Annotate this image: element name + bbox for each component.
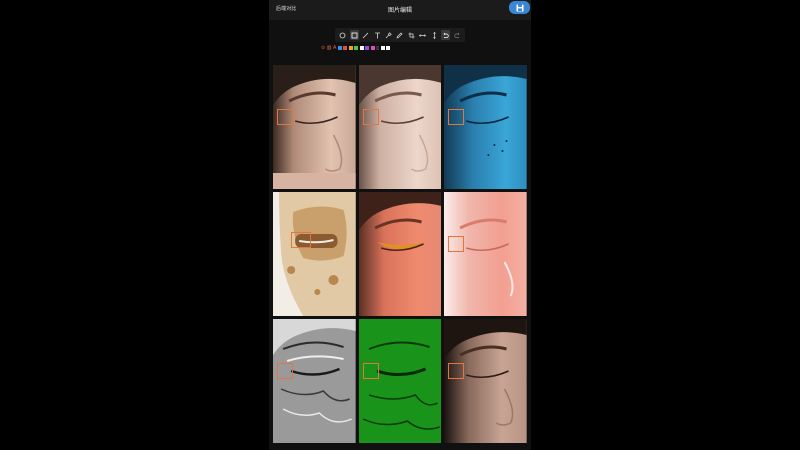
tool-vertical-resize[interactable] xyxy=(430,30,439,40)
color-swatch-blue[interactable] xyxy=(337,46,342,50)
color-swatch-light[interactable] xyxy=(380,46,385,50)
annotation-toolbar xyxy=(335,28,465,42)
image-red-area[interactable] xyxy=(358,192,442,316)
crop-icon xyxy=(408,32,415,38)
color-swatch-dark[interactable] xyxy=(376,46,380,50)
undo-icon xyxy=(444,32,449,38)
redo-icon xyxy=(454,32,459,38)
roi-box[interactable] xyxy=(362,363,379,379)
color-swatch-purple[interactable] xyxy=(365,46,370,50)
save-button[interactable] xyxy=(509,1,530,14)
text-icon xyxy=(374,32,380,38)
app-header: 后端对比 图片编辑 xyxy=(269,0,531,20)
roi-box[interactable] xyxy=(291,232,311,248)
roi-box[interactable] xyxy=(277,363,293,379)
image-natural-light[interactable] xyxy=(358,65,442,189)
tool-horizontal-resize[interactable] xyxy=(418,30,427,40)
tool-crop[interactable] xyxy=(407,30,416,40)
rectangle-icon xyxy=(351,32,358,38)
image-grid xyxy=(273,65,527,443)
image-brown-spots[interactable] xyxy=(273,192,356,316)
color-swatch-red[interactable] xyxy=(343,46,348,50)
face-image xyxy=(358,65,442,189)
tool-pin[interactable] xyxy=(384,30,393,40)
pen-icon xyxy=(396,32,403,39)
image-natural[interactable] xyxy=(273,65,356,189)
image-green-pores[interactable] xyxy=(358,319,442,443)
image-natural-dark[interactable] xyxy=(444,319,527,443)
fill-toggle-icon[interactable]: ▥ xyxy=(327,45,332,51)
image-texture-gray[interactable] xyxy=(273,319,356,443)
tool-pen[interactable] xyxy=(395,30,404,40)
circle-icon xyxy=(339,32,346,38)
tool-undo[interactable] xyxy=(441,30,451,40)
vertical-resize-icon xyxy=(433,31,436,39)
color-swatch-light-2[interactable] xyxy=(386,46,391,50)
tool-redo[interactable] xyxy=(453,30,462,40)
face-image xyxy=(444,319,527,443)
face-image xyxy=(358,192,442,316)
color-palette: ⊙ ▥ A xyxy=(321,45,391,51)
tool-circle[interactable] xyxy=(338,30,347,40)
horizontal-resize-icon xyxy=(419,33,427,37)
color-swatch-pink[interactable] xyxy=(370,46,375,50)
editor-panel: 后端对比 图片编辑 ⊙ ▥ A xyxy=(269,0,531,450)
roi-box[interactable] xyxy=(448,109,465,125)
save-icon xyxy=(516,4,523,11)
roi-box[interactable] xyxy=(362,109,379,125)
line-icon xyxy=(362,32,369,38)
tool-rectangle[interactable] xyxy=(349,30,359,40)
stroke-width-icon[interactable]: ⊙ xyxy=(321,45,325,51)
face-image xyxy=(273,192,356,316)
face-image xyxy=(444,192,527,316)
image-uv-blue[interactable] xyxy=(444,65,527,189)
color-swatch-white[interactable] xyxy=(359,46,364,50)
color-swatch-orange[interactable] xyxy=(348,46,353,50)
roi-box[interactable] xyxy=(448,236,465,252)
page-title: 图片编辑 xyxy=(387,8,412,14)
face-image xyxy=(273,319,356,443)
image-red-vascular[interactable] xyxy=(444,192,527,316)
font-icon[interactable]: A xyxy=(333,45,336,51)
tool-line[interactable] xyxy=(361,30,370,40)
roi-box[interactable] xyxy=(277,109,293,125)
face-image xyxy=(273,65,356,189)
tool-text[interactable] xyxy=(373,30,382,40)
roi-box[interactable] xyxy=(448,363,465,379)
pin-icon xyxy=(385,31,392,38)
color-swatch-green[interactable] xyxy=(354,46,359,50)
face-image xyxy=(358,319,442,443)
face-image xyxy=(444,65,527,189)
